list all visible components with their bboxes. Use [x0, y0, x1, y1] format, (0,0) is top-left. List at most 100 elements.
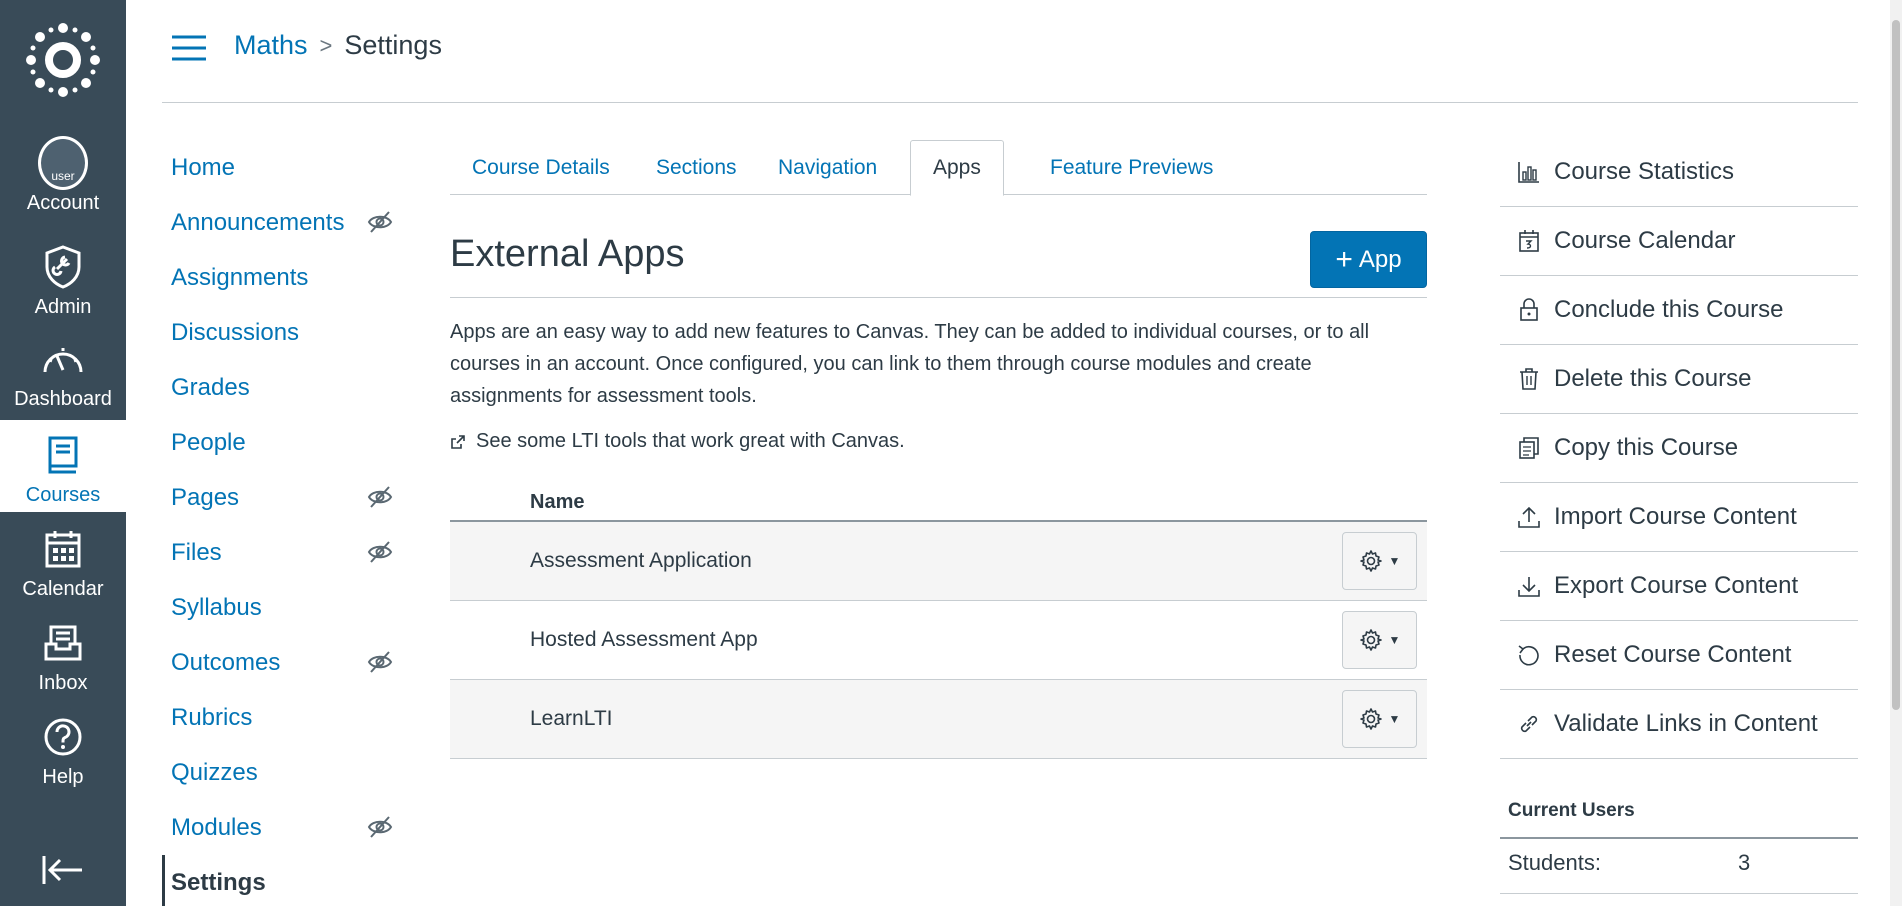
- global-nav-label: Help: [42, 766, 84, 788]
- settings-tabs: Course Details Sections Navigation Apps …: [450, 140, 1427, 196]
- global-nav-label: Account: [26, 192, 100, 214]
- tab-feature-previews[interactable]: Feature Previews: [1028, 140, 1235, 195]
- app-settings-button[interactable]: ▼: [1342, 690, 1417, 748]
- collapse-nav-icon[interactable]: [38, 850, 88, 890]
- scrollbar-thumb[interactable]: [1892, 20, 1900, 710]
- delete-course-link[interactable]: Delete this Course: [1500, 345, 1858, 414]
- caret-down-icon: ▼: [1388, 712, 1401, 726]
- course-nav-rubrics[interactable]: Rubrics: [162, 690, 392, 745]
- add-app-button[interactable]: + App: [1310, 231, 1427, 288]
- course-statistics-link[interactable]: Course Statistics: [1500, 138, 1858, 207]
- current-users-value: 3: [1738, 850, 1751, 875]
- hamburger-menu-icon[interactable]: [170, 34, 208, 62]
- course-settings-sidebar: Course Statistics Course Calendar Conclu…: [1500, 138, 1858, 759]
- export-content-link[interactable]: Export Course Content: [1500, 552, 1858, 621]
- course-nav-syllabus[interactable]: Syllabus: [162, 580, 392, 635]
- column-header-name[interactable]: Name: [530, 491, 584, 514]
- page-header: Maths > Settings: [162, 0, 1858, 103]
- avatar: user: [38, 136, 88, 190]
- caret-down-icon: ▼: [1388, 554, 1401, 568]
- course-nav-grades[interactable]: Grades: [162, 360, 392, 415]
- hidden-eye-icon: [367, 651, 393, 673]
- tab-course-details[interactable]: Course Details: [450, 140, 632, 195]
- current-users-label: Students:: [1508, 850, 1601, 875]
- table-row: Assessment Application ▼: [450, 522, 1427, 601]
- upload-icon: [1518, 506, 1540, 528]
- course-nav-assignments[interactable]: Assignments: [162, 250, 392, 305]
- gear-icon: [1359, 550, 1382, 572]
- breadcrumb-course-link[interactable]: Maths: [234, 30, 308, 61]
- course-nav-quizzes[interactable]: Quizzes: [162, 745, 392, 800]
- app-settings-button[interactable]: ▼: [1342, 532, 1417, 590]
- current-users-title: Current Users: [1508, 800, 1635, 821]
- tab-apps[interactable]: Apps: [910, 140, 1004, 196]
- global-nav-dashboard[interactable]: Dashboard: [0, 324, 126, 416]
- course-nav-discussions[interactable]: Discussions: [162, 305, 392, 360]
- trash-icon: [1520, 368, 1538, 390]
- download-icon: [1518, 577, 1540, 597]
- breadcrumb: Maths > Settings: [234, 30, 442, 61]
- global-nav-label: Courses: [25, 484, 101, 506]
- calendar-icon: [1519, 230, 1539, 252]
- course-nav-pages[interactable]: Pages: [162, 470, 393, 525]
- global-nav-label: Calendar: [22, 578, 104, 600]
- breadcrumb-separator: >: [319, 32, 333, 58]
- course-nav-outcomes[interactable]: Outcomes: [162, 635, 393, 690]
- add-app-button-label: App: [1358, 245, 1402, 273]
- link-icon: [1520, 715, 1538, 733]
- app-name: LearnLTI: [530, 707, 613, 730]
- course-nav-people[interactable]: People: [162, 415, 392, 470]
- global-nav-label: Admin: [34, 296, 92, 318]
- reset-icon: [1518, 645, 1539, 666]
- help-icon: [44, 718, 82, 756]
- external-apps-table: Name Assessment Application ▼ Hosted Ass…: [450, 484, 1427, 759]
- course-nav-modules[interactable]: Modules: [162, 800, 393, 855]
- current-users-row: Students: 3: [1508, 850, 1848, 876]
- caret-down-icon: ▼: [1388, 633, 1401, 647]
- page-scrollbar[interactable]: [1890, 0, 1902, 906]
- book-icon: [48, 436, 78, 474]
- divider: [450, 297, 1427, 298]
- global-nav-courses[interactable]: Courses: [0, 420, 126, 512]
- dashboard-icon: [43, 348, 83, 373]
- global-nav-help[interactable]: Help: [0, 702, 126, 794]
- course-nav-announcements[interactable]: Announcements: [162, 195, 393, 250]
- hidden-eye-icon: [367, 486, 393, 508]
- apps-description: Apps are an easy way to add new features…: [450, 321, 1370, 407]
- lti-tools-link[interactable]: See some LTI tools that work great with …: [450, 430, 905, 453]
- gear-icon: [1359, 629, 1382, 651]
- app-name: Hosted Assessment App: [530, 628, 758, 651]
- reset-content-link[interactable]: Reset Course Content: [1500, 621, 1858, 690]
- conclude-course-link[interactable]: Conclude this Course: [1500, 276, 1858, 345]
- global-nav-calendar[interactable]: Calendar: [0, 514, 126, 606]
- global-nav-inbox[interactable]: Inbox: [0, 608, 126, 700]
- course-nav-home[interactable]: Home: [162, 140, 392, 195]
- global-nav: user Account Admin Dashboard Courses Cal…: [0, 0, 126, 906]
- tab-sections[interactable]: Sections: [634, 140, 759, 195]
- lti-tools-link-text: See some LTI tools that work great with …: [476, 430, 905, 452]
- global-nav-account[interactable]: user Account: [0, 128, 126, 220]
- shield-icon: [45, 245, 81, 289]
- table-row: LearnLTI ▼: [450, 680, 1427, 759]
- divider: [1500, 837, 1858, 839]
- stats-icon: [1518, 162, 1539, 183]
- inbox-icon: [44, 625, 82, 661]
- hidden-eye-icon: [367, 211, 393, 233]
- table-header: Name: [450, 484, 1427, 522]
- app-settings-button[interactable]: ▼: [1342, 611, 1417, 669]
- canvas-logo[interactable]: [25, 22, 101, 98]
- course-nav-settings[interactable]: Settings: [162, 855, 392, 906]
- course-nav: Home Announcements Assignments Discussio…: [162, 140, 393, 906]
- global-nav-admin[interactable]: Admin: [0, 232, 126, 324]
- course-calendar-link[interactable]: Course Calendar: [1500, 207, 1858, 276]
- gear-icon: [1359, 708, 1382, 730]
- global-nav-label: Dashboard: [14, 388, 112, 410]
- copy-icon: [1519, 437, 1539, 459]
- plus-icon: +: [1335, 242, 1353, 276]
- copy-course-link[interactable]: Copy this Course: [1500, 414, 1858, 483]
- course-nav-files[interactable]: Files: [162, 525, 393, 580]
- import-content-link[interactable]: Import Course Content: [1500, 483, 1858, 552]
- tab-navigation[interactable]: Navigation: [756, 140, 899, 195]
- hidden-eye-icon: [367, 816, 393, 838]
- validate-links-link[interactable]: Validate Links in Content: [1500, 690, 1858, 759]
